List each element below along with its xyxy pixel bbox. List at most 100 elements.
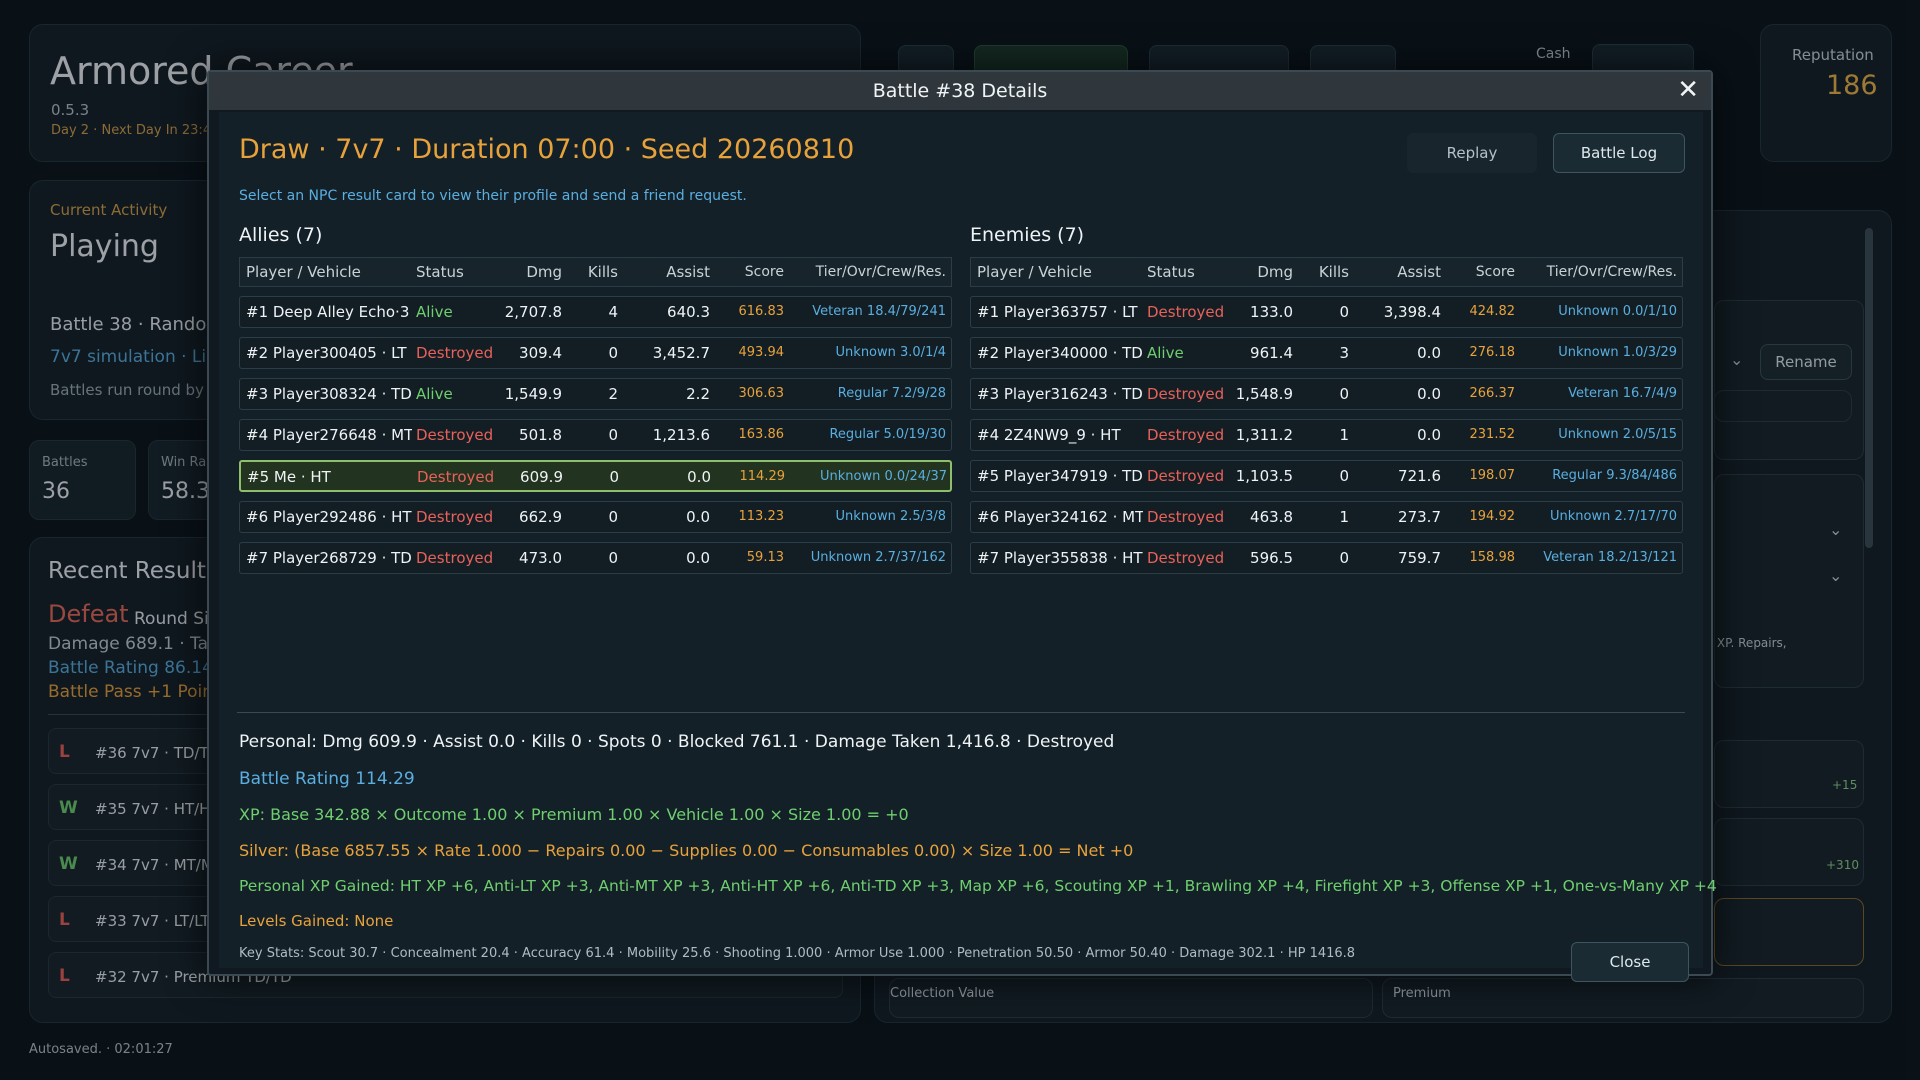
- personal-xp-gained: Personal XP Gained: HT XP +6, Anti-LT XP…: [239, 877, 1717, 895]
- player-vehicle-cell: #4 Player276648 · MT: [246, 426, 412, 444]
- kills-cell: 1: [1339, 426, 1349, 444]
- hint-text: Select an NPC result card to view their …: [239, 188, 747, 204]
- col-assist: Assist: [666, 263, 710, 281]
- dmg-cell: 473.0: [519, 549, 562, 567]
- player-vehicle-cell: #4 2Z4NW9_9 · HT: [977, 426, 1121, 444]
- close-button[interactable]: Close: [1571, 942, 1689, 982]
- dmg-cell: 1,548.9: [1235, 385, 1293, 403]
- replay-button[interactable]: Replay: [1407, 133, 1537, 173]
- battle-rating: Battle Rating 114.29: [239, 769, 415, 789]
- tier-cell: Regular 7.2/9/28: [837, 386, 946, 401]
- key-stats: Key Stats: Scout 30.7 · Concealment 20.4…: [239, 946, 1356, 961]
- assist-cell: 273.7: [1398, 508, 1441, 526]
- score-cell: 231.52: [1469, 427, 1516, 442]
- tier-cell: Veteran 18.2/13/121: [1543, 550, 1677, 565]
- ally-result-row[interactable]: #1 Deep Alley Echo·3 ... Alive 2,707.8 4 640…: [239, 296, 952, 328]
- player-vehicle-cell: #2 Player340000 · TD: [977, 344, 1143, 362]
- score-cell: 424.82: [1469, 304, 1516, 319]
- score-cell: 194.92: [1469, 509, 1516, 524]
- ally-result-row[interactable]: #6 Player292486 · HT Destroyed 662.9 0 0.0 11…: [239, 501, 952, 533]
- enemy-result-row[interactable]: #2 Player340000 · TD Alive 961.4 3 0.0 276.18…: [970, 337, 1683, 369]
- player-vehicle-cell: #5 Me · HT: [247, 468, 331, 486]
- assist-cell: 0.0: [687, 468, 711, 486]
- score-cell: 276.18: [1469, 345, 1516, 360]
- assist-cell: 3,398.4: [1383, 303, 1441, 321]
- dmg-cell: 309.4: [519, 344, 562, 362]
- score-cell: 198.07: [1469, 468, 1516, 483]
- tier-cell: Veteran 16.7/4/9: [1568, 386, 1677, 401]
- dmg-cell: 1,549.9: [504, 385, 562, 403]
- dmg-cell: 596.5: [1250, 549, 1293, 567]
- enemy-result-row[interactable]: #5 Player347919 · TD Destroyed 1,103.5 0 721…: [970, 460, 1683, 492]
- assist-cell: 1,213.6: [652, 426, 710, 444]
- assist-cell: 640.3: [667, 303, 710, 321]
- player-vehicle-cell: #3 Player316243 · TD: [977, 385, 1143, 403]
- dmg-cell: 1,103.5: [1235, 467, 1293, 485]
- ally-result-row[interactable]: #3 Player308324 · TD Alive 1,549.9 2 2.2 306.…: [239, 378, 952, 410]
- assist-cell: 0.0: [686, 508, 710, 526]
- player-vehicle-cell: #3 Player308324 · TD: [246, 385, 412, 403]
- kills-cell: 0: [608, 508, 618, 526]
- score-cell: 616.83: [738, 304, 785, 319]
- enemy-result-row[interactable]: #1 Player363757 · LT Destroyed 133.0 0 3,398…: [970, 296, 1683, 328]
- col-kills: Kills: [587, 263, 618, 281]
- col-tier: Tier/Ovr/Crew/Res.: [1546, 264, 1677, 280]
- dmg-cell: 463.8: [1250, 508, 1293, 526]
- assist-cell: 0.0: [686, 549, 710, 567]
- ally-result-row[interactable]: #4 Player276648 · MT Destroyed 501.8 0 1,213…: [239, 419, 952, 451]
- dmg-cell: 662.9: [519, 508, 562, 526]
- xp-breakdown: XP: Base 342.88 × Outcome 1.00 × Premium…: [239, 805, 909, 824]
- dmg-cell: 1,311.2: [1235, 426, 1293, 444]
- kills-cell: 0: [1339, 303, 1349, 321]
- section-divider: [237, 712, 1685, 713]
- allies-table-header: Player / Vehicle Status Dmg Kills Assist…: [239, 257, 952, 287]
- modal-body: Draw · 7v7 · Duration 07:00 · Seed 20260…: [219, 112, 1717, 982]
- kills-cell: 3: [1339, 344, 1349, 362]
- assist-cell: 3,452.7: [652, 344, 710, 362]
- score-cell: 493.94: [738, 345, 785, 360]
- player-vehicle-cell: #5 Player347919 · TD: [977, 467, 1143, 485]
- levels-gained: Levels Gained: None: [239, 912, 394, 930]
- col-player-vehicle: Player / Vehicle: [246, 263, 361, 281]
- dmg-cell: 501.8: [519, 426, 562, 444]
- assist-cell: 2.2: [686, 385, 710, 403]
- ally-result-row[interactable]: #2 Player300405 · LT Destroyed 309.4 0 3,452…: [239, 337, 952, 369]
- assist-cell: 0.0: [1417, 344, 1441, 362]
- modal-titlebar: Battle #38 Details ✕: [209, 72, 1711, 110]
- score-cell: 158.98: [1469, 550, 1516, 565]
- col-score: Score: [744, 264, 784, 280]
- close-icon[interactable]: ✕: [1677, 76, 1699, 104]
- tier-cell: Unknown 3.0/1/4: [835, 345, 946, 360]
- enemy-result-row[interactable]: #3 Player316243 · TD Destroyed 1,548.9 0 0.0…: [970, 378, 1683, 410]
- kills-cell: 0: [1339, 385, 1349, 403]
- tier-cell: Veteran 18.4/79/241: [812, 304, 946, 319]
- kills-cell: 0: [608, 426, 618, 444]
- battle-summary: Draw · 7v7 · Duration 07:00 · Seed 20260…: [239, 134, 855, 165]
- battle-log-button[interactable]: Battle Log: [1553, 133, 1685, 173]
- score-cell: 59.13: [746, 550, 784, 565]
- score-cell: 306.63: [738, 386, 785, 401]
- enemies-title: Enemies (7): [970, 224, 1085, 246]
- ally-result-row[interactable]: #7 Player268729 · TD Destroyed 473.0 0 0.0 59…: [239, 542, 952, 574]
- ally-result-row[interactable]: #5 Me · HT Destroyed 609.9 0 0.0 114.29 Unknow…: [239, 460, 952, 492]
- col-assist: Assist: [1397, 263, 1441, 281]
- kills-cell: 1: [1339, 508, 1349, 526]
- enemy-result-row[interactable]: #7 Player355838 · HT Destroyed 596.5 0 759.7…: [970, 542, 1683, 574]
- silver-breakdown: Silver: (Base 6857.55 × Rate 1.000 − Rep…: [239, 841, 1134, 860]
- score-cell: 266.37: [1469, 386, 1516, 401]
- col-dmg: Dmg: [526, 263, 562, 281]
- kills-cell: 0: [609, 468, 619, 486]
- allies-title: Allies (7): [239, 224, 323, 246]
- assist-cell: 0.0: [1417, 385, 1441, 403]
- tier-cell: Regular 9.3/84/486: [1552, 468, 1677, 483]
- enemy-result-row[interactable]: #4 2Z4NW9_9 · HT Destroyed 1,311.2 1 0.0 231.…: [970, 419, 1683, 451]
- enemy-result-row[interactable]: #6 Player324162 · MT Destroyed 463.8 1 273.7…: [970, 501, 1683, 533]
- assist-cell: 759.7: [1398, 549, 1441, 567]
- kills-cell: 0: [1339, 467, 1349, 485]
- col-kills: Kills: [1318, 263, 1349, 281]
- player-vehicle-cell: #6 Player292486 · HT: [246, 508, 412, 526]
- kills-cell: 0: [608, 344, 618, 362]
- kills-cell: 4: [608, 303, 618, 321]
- dmg-cell: 961.4: [1250, 344, 1293, 362]
- tier-cell: Regular 5.0/19/30: [829, 427, 946, 442]
